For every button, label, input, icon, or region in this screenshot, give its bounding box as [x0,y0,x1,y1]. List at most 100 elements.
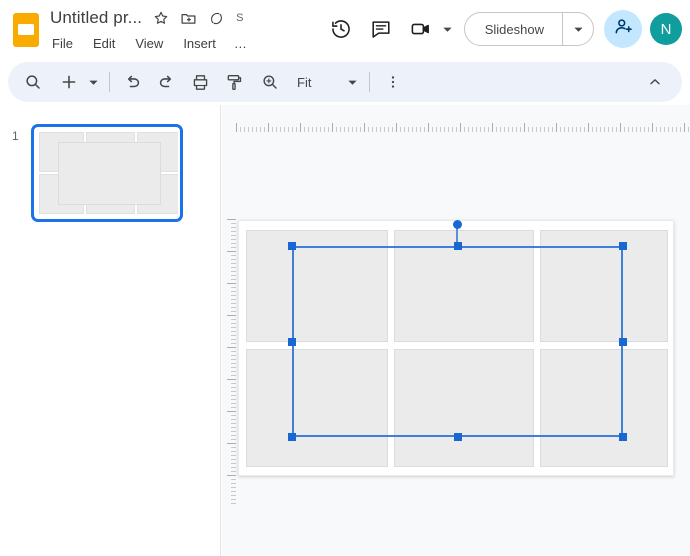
ruler-tick [384,127,385,132]
ruler-tick [231,447,236,448]
ruler-tick [344,127,345,132]
slide-thumbnail-1[interactable] [31,124,183,222]
meet-chevron-down-icon[interactable] [440,14,456,44]
ruler-tick [532,127,533,132]
toolbar-divider-2 [369,72,371,92]
ruler-tick [231,307,236,308]
ruler-tick [231,471,236,472]
ruler-tick [540,127,541,132]
ruler-tick [560,127,561,132]
ruler-tick [476,127,477,132]
cloud-sync-icon[interactable] [207,9,226,28]
ruler-tick [368,127,369,132]
move-to-folder-icon[interactable] [179,9,198,28]
new-slide-chevron-down-icon[interactable] [84,67,102,97]
print-icon[interactable] [185,67,215,97]
meet-camera-icon[interactable] [402,10,440,48]
resize-handle-bottom-center[interactable] [454,433,462,441]
new-slide-plus-icon[interactable] [54,67,84,97]
resize-handle-bottom-left[interactable] [288,433,296,441]
resize-handle-top-right[interactable] [619,242,627,250]
ruler-tick [308,127,309,132]
ruler-tick [231,287,236,288]
resize-handle-top-center[interactable] [454,242,462,250]
ruler-tick [231,247,236,248]
star-icon[interactable] [151,9,170,28]
ruler-tick [231,499,236,500]
search-icon[interactable] [18,67,48,97]
avatar[interactable]: N [650,13,682,45]
ruler-tick [520,127,521,132]
thumb-selected-shape [58,142,161,205]
ruler-tick [568,127,569,132]
ruler-tick [428,123,429,132]
slide-number-label: 1 [12,129,19,143]
menu-view[interactable]: View [133,35,165,52]
ruler-tick [231,399,236,400]
ruler-tick [231,459,236,460]
ruler-tick [231,503,236,504]
ruler-tick [231,407,236,408]
zoom-level-label[interactable]: Fit [293,71,315,94]
version-history-icon[interactable] [322,10,360,48]
ruler-tick [472,127,473,132]
menu-edit[interactable]: Edit [91,35,117,52]
zoom-in-icon[interactable] [255,67,285,97]
resize-handle-bottom-right[interactable] [619,433,627,441]
ruler-tick [231,243,236,244]
ruler-tick [460,123,461,132]
ruler-tick [231,463,236,464]
resize-handle-middle-left[interactable] [288,338,296,346]
ruler-tick [260,127,261,132]
ruler-tick [231,391,236,392]
slide-canvas[interactable] [238,220,674,476]
paint-format-icon[interactable] [219,67,249,97]
collapse-toolbar-chevron-up-icon[interactable] [640,67,670,97]
main-toolbar: Fit [8,62,682,102]
ruler-tick [256,127,257,132]
ruler-tick [544,127,545,132]
ruler-tick [512,127,513,132]
ruler-tick [600,127,601,132]
ruler-tick [480,127,481,132]
ruler-tick [432,127,433,132]
ruler-tick [231,331,236,332]
vertical-ruler[interactable] [222,215,236,505]
rotation-handle[interactable] [452,220,462,229]
more-vertical-icon[interactable] [378,67,408,97]
share-button[interactable] [604,10,642,48]
slideshow-chevron-down-icon[interactable] [563,13,593,45]
ruler-tick [231,231,236,232]
undo-icon[interactable] [117,67,147,97]
ruler-tick [231,435,236,436]
ruler-tick [516,127,517,132]
ruler-tick [492,123,493,132]
slideshow-button[interactable]: Slideshow [465,13,562,45]
page-title[interactable]: Untitled pr... [50,8,142,28]
ruler-tick [231,371,236,372]
ruler-tick [484,127,485,132]
slideshow-button-group: Slideshow [463,12,594,46]
zoom-chevron-down-icon[interactable] [343,67,361,97]
ruler-tick [404,127,405,132]
ruler-tick [652,123,653,132]
horizontal-ruler[interactable] [222,118,690,132]
ruler-tick [324,127,325,132]
ruler-tick [612,127,613,132]
menu-overflow[interactable]: … [234,36,248,51]
ruler-tick [231,403,236,404]
ruler-tick [436,127,437,132]
resize-handle-top-left[interactable] [288,242,296,250]
redo-icon[interactable] [151,67,181,97]
resize-handle-middle-right[interactable] [619,338,627,346]
ruler-tick [640,127,641,132]
ruler-tick [231,359,236,360]
comment-icon[interactable] [362,10,400,48]
menu-insert[interactable]: Insert [181,35,218,52]
selected-shape-outline[interactable] [288,220,627,441]
ruler-tick [231,319,236,320]
menu-file[interactable]: File [50,35,75,52]
ruler-tick [227,283,236,284]
ruler-tick [231,255,236,256]
ruler-tick [231,271,236,272]
